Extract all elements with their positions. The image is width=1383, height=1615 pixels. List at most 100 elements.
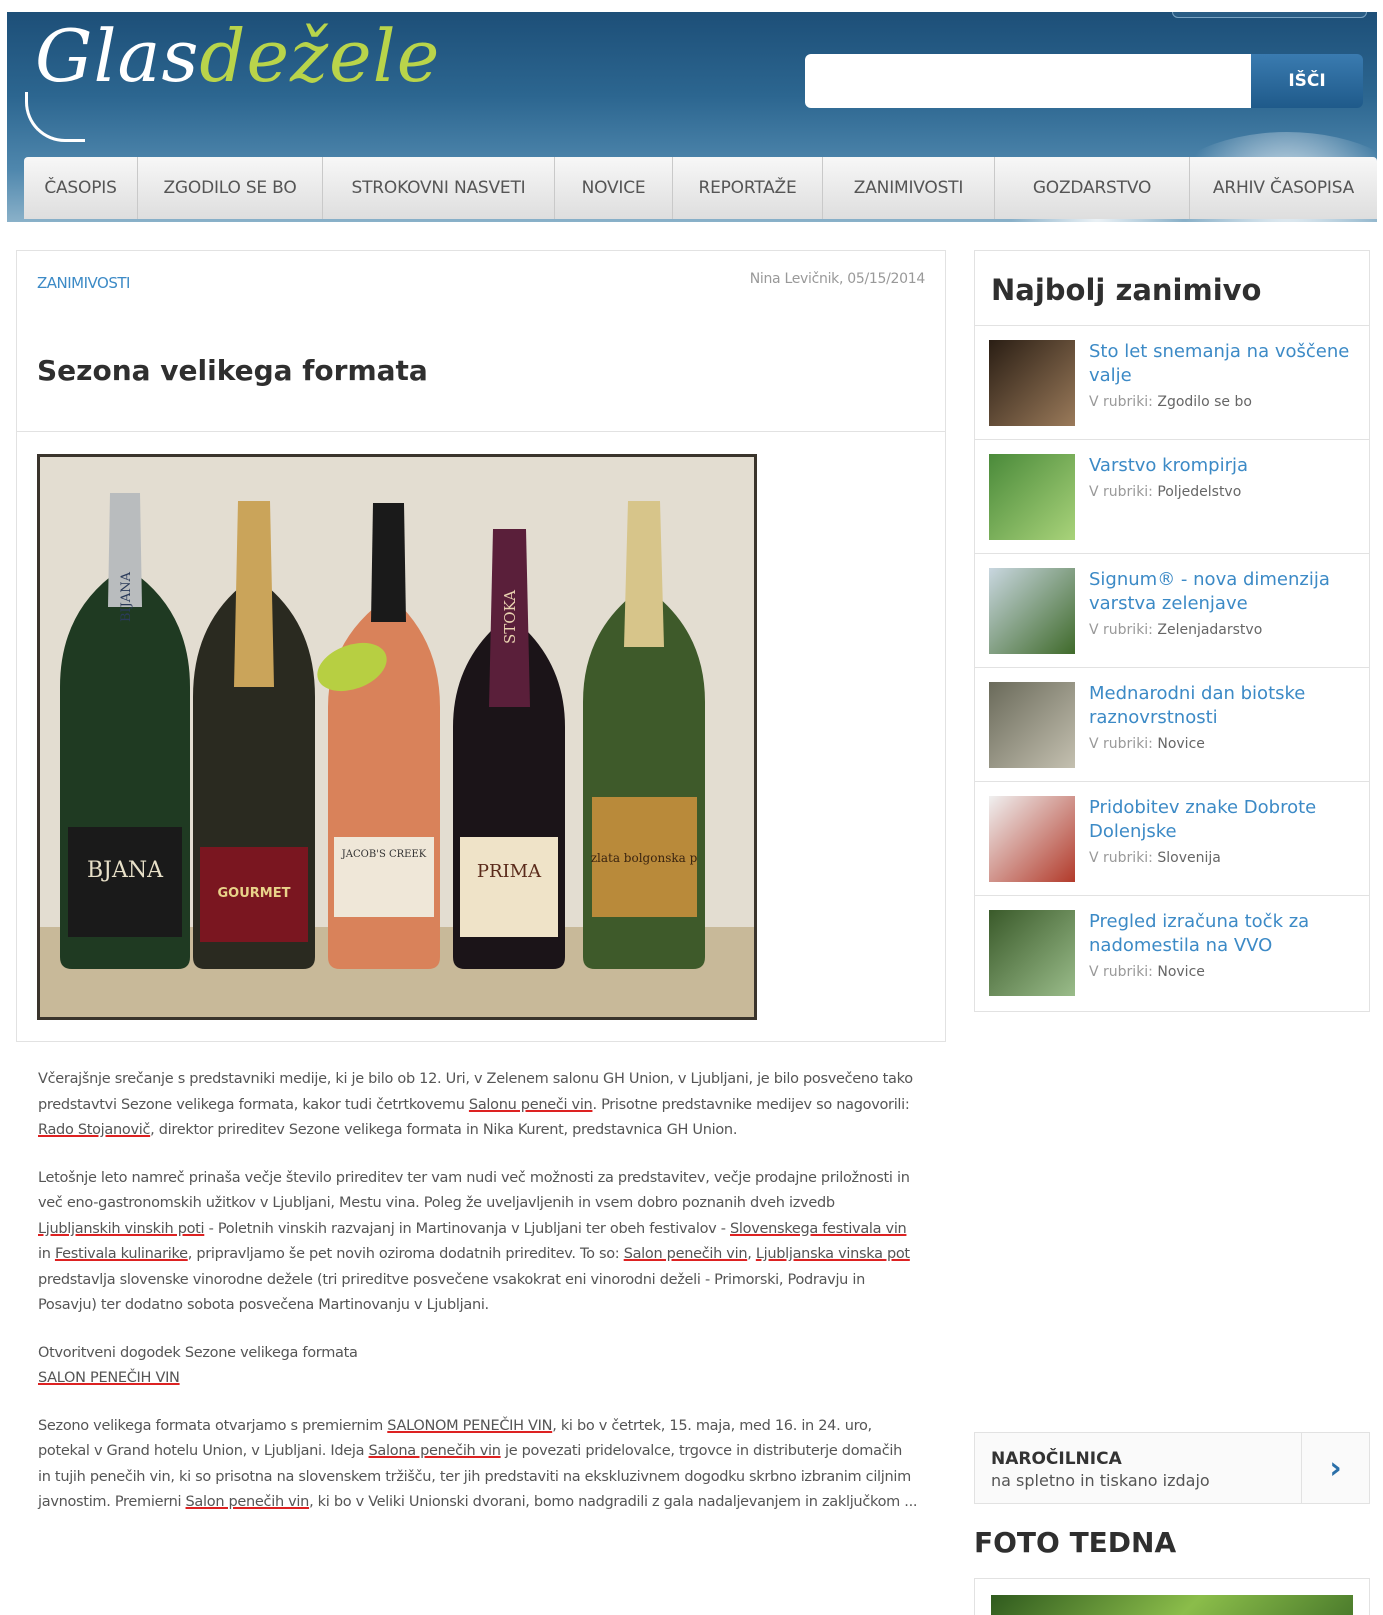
wine-bottles-illustration: BJANA BIJANA GOURMET JACOB'S CREEK PRIMA…	[40, 457, 754, 1017]
nav-item-5[interactable]: ZANIMIVOSTI	[823, 157, 995, 219]
header-top-tab[interactable]	[1172, 12, 1367, 18]
article-text: in	[38, 1246, 55, 1262]
nav-item-0[interactable]: ČASOPIS	[24, 157, 138, 219]
sidebar-article-rubric: V rubriki: Poljedelstvo	[1089, 484, 1241, 500]
sidebar-article-item[interactable]: Varstvo krompirja V rubriki: Poljedelstvo	[975, 439, 1369, 553]
article-link[interactable]: Salon penečih vin	[624, 1246, 748, 1262]
article-link[interactable]: Rado Stojanovič	[38, 1122, 150, 1138]
sidebar-most-interesting: Najbolj zanimivo Sto let snemanja na voš…	[974, 250, 1370, 1012]
subscription-title: NAROČILNICA	[991, 1449, 1122, 1469]
article-title: Sezona velikega formata	[37, 354, 428, 387]
sidebar-thumbnail[interactable]	[989, 454, 1075, 540]
article-paragraph: Otvoritveni dogodek Sezone velikega form…	[38, 1341, 918, 1392]
article-image-box: BJANA BIJANA GOURMET JACOB'S CREEK PRIMA…	[16, 432, 946, 1042]
article-link[interactable]: Ljubljanskih vinskih poti	[38, 1221, 205, 1237]
sidebar-article-link[interactable]: Mednarodni dan biotske raznovrstnosti	[1089, 682, 1359, 730]
bottle-label: zlata bolgonska p	[591, 851, 698, 865]
article-text: , direktor prireditev Sezone velikega fo…	[150, 1122, 738, 1138]
article-text: . Prisotne predstavnike medijev so nagov…	[592, 1096, 910, 1113]
rubric-prefix: V rubriki:	[1089, 850, 1153, 866]
article-link[interactable]: Ljubljanska vinska pot	[756, 1246, 910, 1262]
rubric-prefix: V rubriki:	[1089, 622, 1153, 638]
sidebar-thumbnail[interactable]	[989, 910, 1075, 996]
bottle-label: PRIMA	[477, 861, 542, 882]
nav-item-3[interactable]: NOVICE	[555, 157, 673, 219]
article-header: ZANIMIVOSTI Nina Levičnik, 05/15/2014 Se…	[16, 250, 946, 432]
article-category[interactable]: ZANIMIVOSTI	[37, 274, 130, 292]
subscription-subtitle: na spletno in tiskano izdajo	[991, 1471, 1210, 1490]
article-text: , ki bo v Veliki Unionski dvorani, bomo …	[309, 1494, 918, 1510]
rubric-prefix: V rubriki:	[1089, 484, 1153, 500]
article-paragraph: Letošnje leto namreč prinaša večje števi…	[38, 1166, 918, 1319]
rubric-name[interactable]: Poljedelstvo	[1157, 484, 1241, 500]
article-link[interactable]: Salona penečih vin	[369, 1443, 501, 1459]
site-header: Glasdežele IŠČI ČASOPIS ZGODILO SE BO STRO…	[7, 12, 1377, 222]
sidebar-article-item[interactable]: Pregled izračuna točk za nadomestila na …	[975, 895, 1369, 1009]
event-intro: Otvoritveni dogodek Sezone velikega form…	[38, 1344, 358, 1361]
bottle-label: BJANA	[87, 858, 164, 883]
rubric-name[interactable]: Novice	[1157, 736, 1205, 752]
logo-swoosh	[25, 92, 85, 142]
rubric-name[interactable]: Slovenija	[1157, 850, 1220, 866]
sidebar-article-item[interactable]: Pridobitev znake Dobrote Dolenjske V rubr…	[975, 781, 1369, 895]
article-paragraph: Sezono velikega formata otvarjamo s prem…	[38, 1414, 918, 1516]
sidebar-article-link[interactable]: Varstvo krompirja	[1089, 454, 1359, 478]
rubric-name[interactable]: Zgodilo se bo	[1157, 394, 1252, 410]
sidebar-title: Najbolj zanimivo	[991, 273, 1262, 307]
sidebar-article-link[interactable]: Pregled izračuna točk za nadomestila na …	[1089, 910, 1359, 958]
bottle-label: BIJANA	[119, 571, 134, 622]
sidebar-article-link[interactable]: Sto let snemanja na voščene valje	[1089, 340, 1359, 388]
bottle-label: STOKA	[501, 590, 519, 644]
article-text: predstavlja slovenske vinorodne dežele (…	[38, 1271, 865, 1314]
photo-of-week-title: FOTO TEDNA	[974, 1526, 1177, 1559]
article-text: - Poletnih vinskih razvajanj in Martinov…	[204, 1220, 730, 1237]
nav-item-1[interactable]: ZGODILO SE BO	[138, 157, 323, 219]
rubric-prefix: V rubriki:	[1089, 736, 1153, 752]
article-link[interactable]: SALONOM PENEČIH VIN	[387, 1418, 552, 1434]
article-link[interactable]: Salonu peneči vin	[469, 1097, 593, 1113]
rubric-name[interactable]: Zelenjadarstvo	[1157, 622, 1262, 638]
article-link[interactable]: Festivala kulinarike	[55, 1246, 188, 1262]
sidebar-article-item[interactable]: Mednarodni dan biotske raznovrstnosti V r…	[975, 667, 1369, 781]
chevron-right-icon[interactable]: ›	[1301, 1433, 1369, 1503]
sidebar-thumbnail[interactable]	[989, 796, 1075, 882]
nav-item-6[interactable]: GOZDARSTVO	[995, 157, 1190, 219]
article-photo-wine-bottles[interactable]: BJANA BIJANA GOURMET JACOB'S CREEK PRIMA…	[37, 454, 757, 1020]
article-link[interactable]: Salon penečih vin	[186, 1494, 310, 1510]
logo-text-dezele: dežele	[199, 14, 441, 98]
rubric-prefix: V rubriki:	[1089, 964, 1153, 980]
logo-text-glas: Glas	[35, 14, 200, 98]
article-text: ,	[747, 1246, 756, 1262]
sidebar-thumbnail[interactable]	[989, 682, 1075, 768]
nav-item-7[interactable]: ARHIV ČASOPISA	[1190, 157, 1377, 219]
sidebar-article-rubric: V rubriki: Novice	[1089, 736, 1205, 752]
article-body: Včerajšnje srečanje s predstavniki medij…	[38, 1067, 918, 1538]
article-byline: Nina Levičnik, 05/15/2014	[749, 271, 926, 287]
search-input[interactable]	[805, 54, 1251, 108]
event-link-salon[interactable]: SALON PENEČIH VIN	[38, 1370, 180, 1386]
sidebar-thumbnail[interactable]	[989, 340, 1075, 426]
sidebar-article-item[interactable]: Signum® - nova dimenzija varstva zelenja…	[975, 553, 1369, 667]
site-logo[interactable]: Glasdežele	[35, 20, 440, 92]
subscription-box[interactable]: NAROČILNICA na spletno in tiskano izdajo…	[974, 1432, 1370, 1504]
rubric-name[interactable]: Novice	[1157, 964, 1205, 980]
nav-item-2[interactable]: STROKOVNI NASVETI	[323, 157, 555, 219]
sidebar-article-rubric: V rubriki: Novice	[1089, 964, 1205, 980]
photo-of-week-image[interactable]	[991, 1595, 1353, 1615]
article-text: Sezono velikega formata otvarjamo s prem…	[38, 1417, 388, 1434]
sidebar-article-link[interactable]: Pridobitev znake Dobrote Dolenjske	[1089, 796, 1359, 844]
article-text: Letošnje leto namreč prinaša večje števi…	[38, 1169, 910, 1212]
sidebar-article-item[interactable]: Sto let snemanja na voščene valje V rubri…	[975, 325, 1369, 439]
sidebar-article-link[interactable]: Signum® - nova dimenzija varstva zelenja…	[1089, 568, 1359, 616]
nav-item-4[interactable]: REPORTAŽE	[673, 157, 823, 219]
search-button[interactable]: IŠČI	[1251, 54, 1363, 108]
article-paragraph: Včerajšnje srečanje s predstavniki medij…	[38, 1067, 918, 1144]
sidebar-article-rubric: V rubriki: Slovenija	[1089, 850, 1221, 866]
sidebar-article-rubric: V rubriki: Zgodilo se bo	[1089, 394, 1252, 410]
main-nav: ČASOPIS ZGODILO SE BO STROKOVNI NASVETI NOV…	[24, 157, 1377, 219]
sidebar-thumbnail[interactable]	[989, 568, 1075, 654]
photo-of-week-box	[974, 1578, 1370, 1615]
article-text: , pripravljamo še pet novih oziroma doda…	[187, 1246, 624, 1262]
bottle-label: JACOB'S CREEK	[341, 849, 427, 860]
article-link[interactable]: Slovenskega festivala vin	[730, 1221, 907, 1237]
